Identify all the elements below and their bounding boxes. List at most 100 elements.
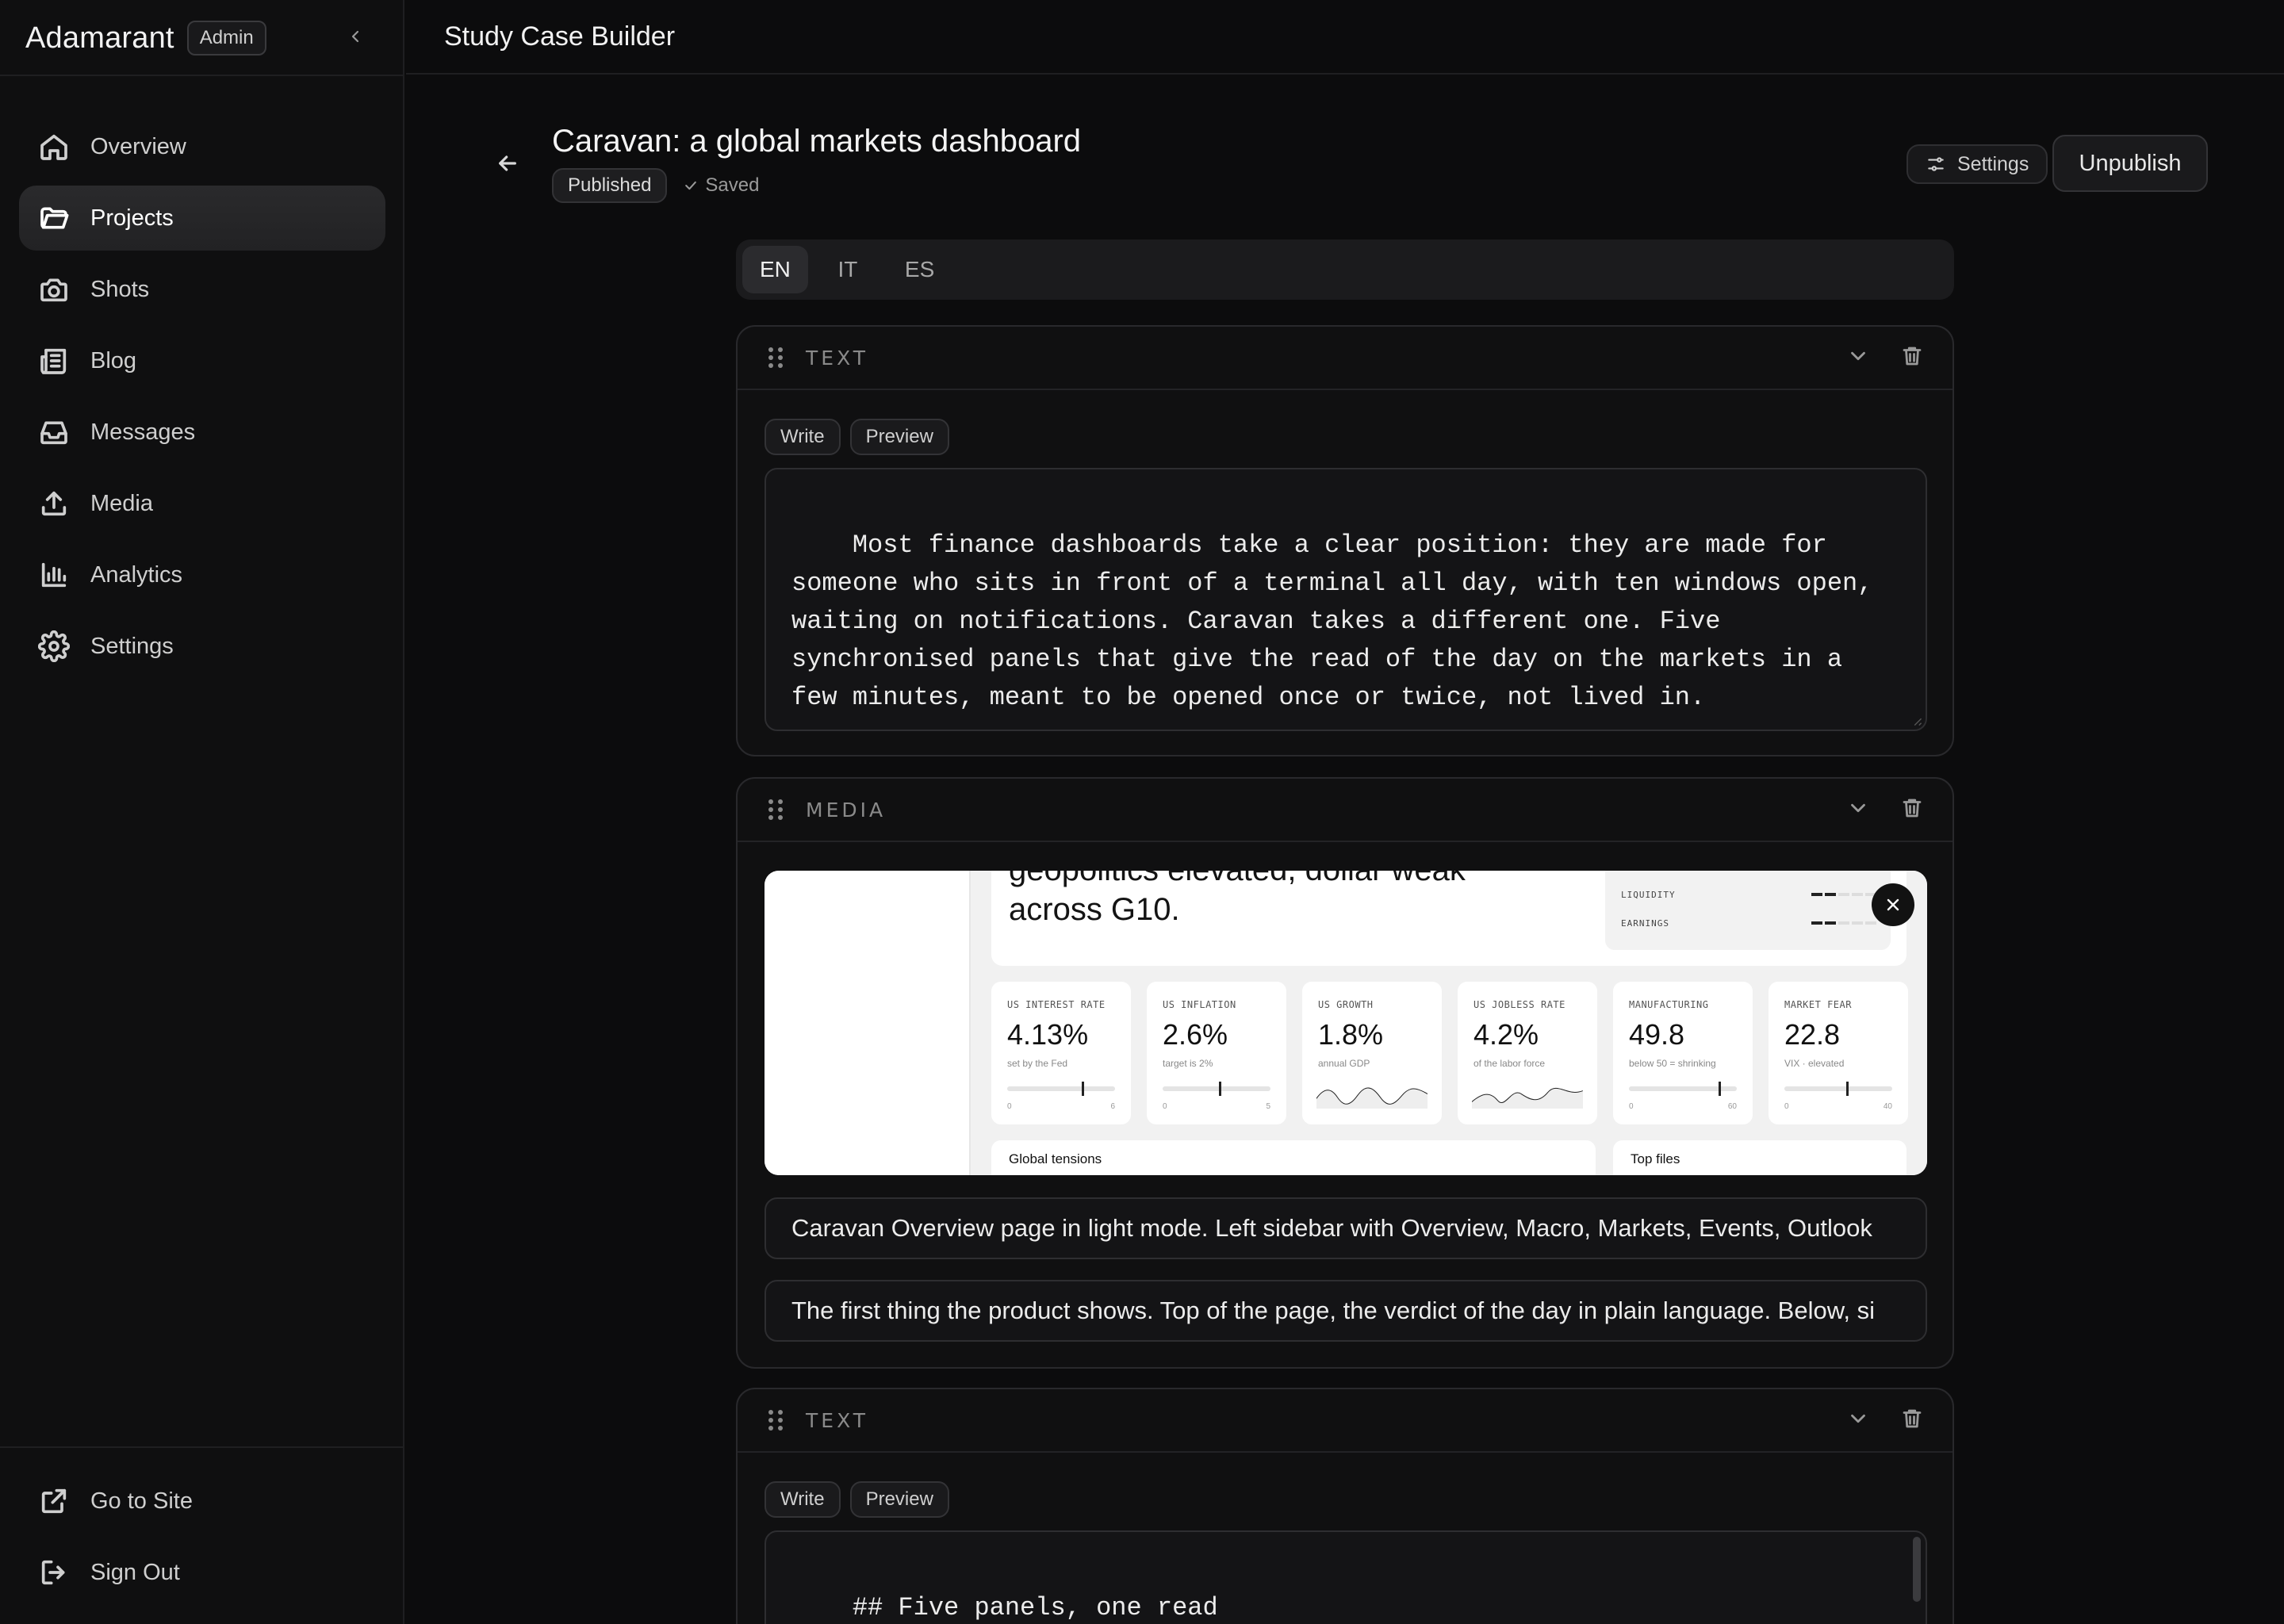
preview-card-title: Global tensions: [1009, 1151, 1102, 1166]
external-link-icon: [41, 1488, 67, 1514]
upload-icon: [41, 491, 67, 516]
sidebar-item-media[interactable]: Media: [19, 471, 385, 536]
sidebar-item-blog[interactable]: Blog: [19, 328, 385, 393]
markdown-editor[interactable]: Most finance dashboards take a clear pos…: [765, 468, 1927, 731]
sidebar-item-projects[interactable]: Projects: [19, 186, 385, 251]
sign-out-button[interactable]: Sign Out: [19, 1540, 385, 1605]
sidebar: Adamarant Admin Overview Projects Shots …: [0, 0, 404, 1624]
editor-mode-toggle: Write Preview: [765, 419, 949, 455]
settings-button[interactable]: Settings: [1907, 144, 2048, 184]
sidebar-item-messages[interactable]: Messages: [19, 400, 385, 465]
preview-card-global-tensions: Global tensions: [991, 1140, 1596, 1175]
kpi-card: MARKET FEAR 22.8 VIX · elevated 0 40: [1769, 982, 1908, 1124]
block-actions: [1846, 796, 1924, 820]
admin-badge: Admin: [186, 21, 266, 56]
unpublish-button[interactable]: Unpublish: [2052, 135, 2208, 192]
sparkline: [1316, 1087, 1428, 1109]
kpi-sub: target is 2%: [1163, 1058, 1213, 1069]
kpi-marker: [1081, 1082, 1084, 1096]
sidebar-item-analytics[interactable]: Analytics: [19, 542, 385, 607]
signal-bar: [1811, 893, 1876, 896]
kpi-gauge: [1784, 1082, 1892, 1096]
collapse-sidebar-button[interactable]: [339, 21, 371, 52]
inbox-icon: [40, 421, 67, 445]
chevron-down-icon[interactable]: [1846, 344, 1870, 368]
trash-icon[interactable]: [1900, 796, 1924, 820]
document-status: Published Saved: [552, 168, 759, 203]
editor-mode-toggle: Write Preview: [765, 1481, 949, 1518]
status-badge: Published: [552, 168, 668, 203]
remove-media-button[interactable]: [1872, 883, 1914, 926]
sidebar-item-label: Projects: [90, 205, 174, 231]
block-header: TEXT: [738, 1389, 1953, 1453]
block-type-label: TEXT: [806, 346, 869, 370]
kpi-sub: of the labor force: [1473, 1058, 1546, 1069]
kpi-value: 4.13%: [1007, 1018, 1089, 1051]
tab-it[interactable]: IT: [816, 246, 879, 293]
kpi-label: US INFLATION: [1163, 999, 1236, 1010]
topbar: Study Case Builder: [406, 0, 2284, 75]
bar-chart-icon: [41, 562, 67, 588]
go-to-site-link[interactable]: Go to Site: [19, 1469, 385, 1534]
preview-signal-label: EARNINGS: [1621, 918, 1669, 929]
tab-es[interactable]: ES: [887, 246, 952, 293]
preview-signals: LIQUIDITY EARNINGS: [1605, 871, 1891, 950]
caption-input[interactable]: The first thing the product shows. Top o…: [765, 1280, 1927, 1342]
chevron-down-icon[interactable]: [1846, 1407, 1870, 1431]
kpi-ticks: 0 60: [1629, 1102, 1737, 1111]
block-type-label: TEXT: [806, 1408, 869, 1432]
resize-grip-icon[interactable]: [1911, 715, 1922, 726]
document-title: Caravan: a global markets dashboard: [552, 124, 1082, 159]
block-header: TEXT: [738, 327, 1953, 390]
settings-button-label: Settings: [1957, 152, 2029, 175]
sign-out-icon: [41, 1560, 65, 1585]
preview-button[interactable]: Preview: [849, 419, 949, 455]
sidebar-bottom-nav: Go to Site Sign Out: [19, 1469, 385, 1611]
kpi-sub: annual GDP: [1318, 1058, 1370, 1069]
drag-handle-icon[interactable]: [766, 345, 785, 370]
editor-content: Most finance dashboards take a clear pos…: [791, 530, 1888, 712]
camera-icon: [40, 278, 67, 302]
drag-handle-icon[interactable]: [766, 1408, 785, 1433]
preview-main: geopolitics elevated, dollar weak across…: [971, 871, 1927, 1175]
back-button[interactable]: [490, 146, 525, 181]
write-button[interactable]: Write: [765, 419, 841, 455]
editor-scrollbar[interactable]: [1913, 1537, 1921, 1602]
kpi-card: US INFLATION 2.6% target is 2% 05: [1147, 982, 1286, 1124]
kpi-card: US INTEREST RATE 4.13% set by the Fed 06: [991, 982, 1131, 1124]
block-header: MEDIA: [738, 779, 1953, 842]
preview-hero: geopolitics elevated, dollar weak across…: [991, 871, 1907, 966]
text-block: TEXT Write Preview ## Five panels, one r…: [736, 1388, 1954, 1624]
chevron-down-icon[interactable]: [1846, 796, 1870, 820]
check-icon: [685, 181, 697, 190]
sidebar-item-label: Sign Out: [90, 1559, 180, 1585]
editor-content: ## Five panels, one read: [852, 1593, 1218, 1622]
tick-max: 60: [1727, 1102, 1737, 1111]
write-button[interactable]: Write: [765, 1481, 841, 1518]
preview-button[interactable]: Preview: [849, 1481, 949, 1518]
sidebar-item-shots[interactable]: Shots: [19, 257, 385, 322]
home-icon: [40, 134, 67, 160]
sidebar-item-label: Blog: [90, 347, 137, 373]
preview-card-top-files: Top files: [1613, 1140, 1907, 1175]
tick-max: 40: [1883, 1102, 1892, 1111]
kpi-label: US GROWTH: [1318, 999, 1374, 1010]
alt-text-input[interactable]: Caravan Overview page in light mode. Lef…: [765, 1197, 1927, 1259]
sidebar-item-label: Shots: [90, 276, 150, 302]
kpi-value: 22.8: [1784, 1018, 1841, 1051]
sidebar-nav: Overview Projects Shots Blog Messages Me…: [19, 114, 385, 685]
sidebar-divider: [0, 75, 404, 76]
block-actions: [1846, 1407, 1924, 1431]
sidebar-item-overview[interactable]: Overview: [19, 114, 385, 179]
markdown-editor[interactable]: ## Five panels, one read: [765, 1530, 1927, 1624]
kpi-sub: below 50 = shrinking: [1629, 1058, 1716, 1069]
tab-en[interactable]: EN: [742, 246, 808, 293]
kpi-label: US JOBLESS RATE: [1473, 999, 1565, 1010]
sidebar-item-label: Analytics: [90, 561, 183, 588]
kpi-value: 1.8%: [1318, 1018, 1384, 1051]
drag-handle-icon[interactable]: [766, 797, 785, 822]
sidebar-item-settings[interactable]: Settings: [19, 614, 385, 679]
trash-icon[interactable]: [1900, 1407, 1924, 1431]
trash-icon[interactable]: [1900, 344, 1924, 368]
tick-min: 0: [1784, 1102, 1789, 1111]
